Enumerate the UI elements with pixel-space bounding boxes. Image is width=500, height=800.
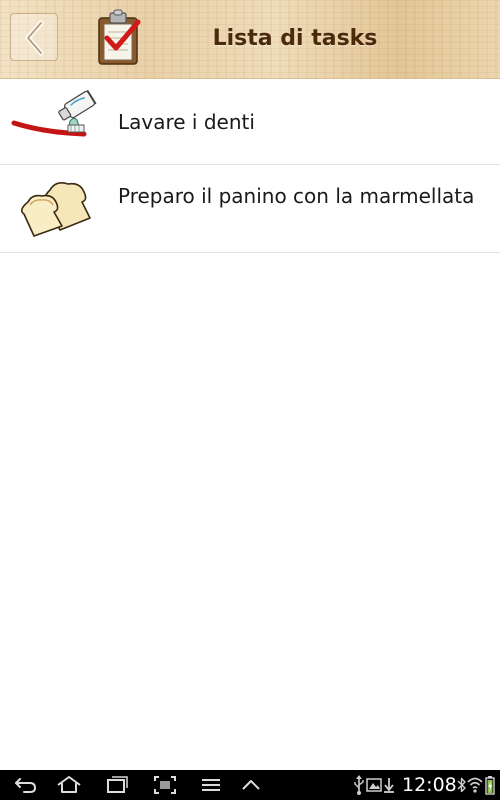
gallery-icon	[366, 778, 382, 792]
screenshot-icon	[154, 776, 176, 794]
clipboard-check-icon	[98, 9, 141, 65]
nav-up-button[interactable]	[234, 770, 268, 800]
page-title: Lista di tasks	[212, 26, 378, 51]
battery-icon	[485, 776, 495, 795]
task-item-preparo-il-panino[interactable]: Preparo il panino con la marmellata	[0, 165, 500, 253]
toothbrush-icon	[11, 89, 97, 137]
task-list: Lavare i denti Preparo il panino con la …	[0, 79, 500, 253]
menu-icon	[202, 779, 220, 791]
download-icon	[384, 778, 394, 793]
nav-home-button[interactable]	[52, 770, 86, 800]
back-icon	[15, 778, 37, 793]
home-icon	[57, 776, 81, 793]
back-button[interactable]	[10, 13, 58, 61]
bread-slices-icon	[20, 182, 91, 237]
usb-icon	[354, 775, 364, 795]
status-clock: 12:08	[402, 774, 457, 796]
nav-recent-apps-button[interactable]	[100, 770, 134, 800]
up-chevron-icon	[242, 780, 260, 790]
task-label: Preparo il panino con la marmellata	[118, 184, 475, 208]
recent-apps-icon	[107, 776, 128, 793]
task-label: Lavare i denti	[118, 110, 255, 134]
task-item-lavare-i-denti[interactable]: Lavare i denti	[0, 79, 500, 165]
nav-menu-button[interactable]	[194, 770, 228, 800]
action-bar: Lista di tasks	[0, 0, 500, 79]
wifi-icon	[467, 777, 483, 793]
nav-screenshot-button[interactable]	[148, 770, 182, 800]
nav-back-button[interactable]	[8, 770, 42, 800]
system-navigation-bar: 12:08	[0, 770, 500, 800]
chevron-left-icon	[25, 20, 44, 56]
